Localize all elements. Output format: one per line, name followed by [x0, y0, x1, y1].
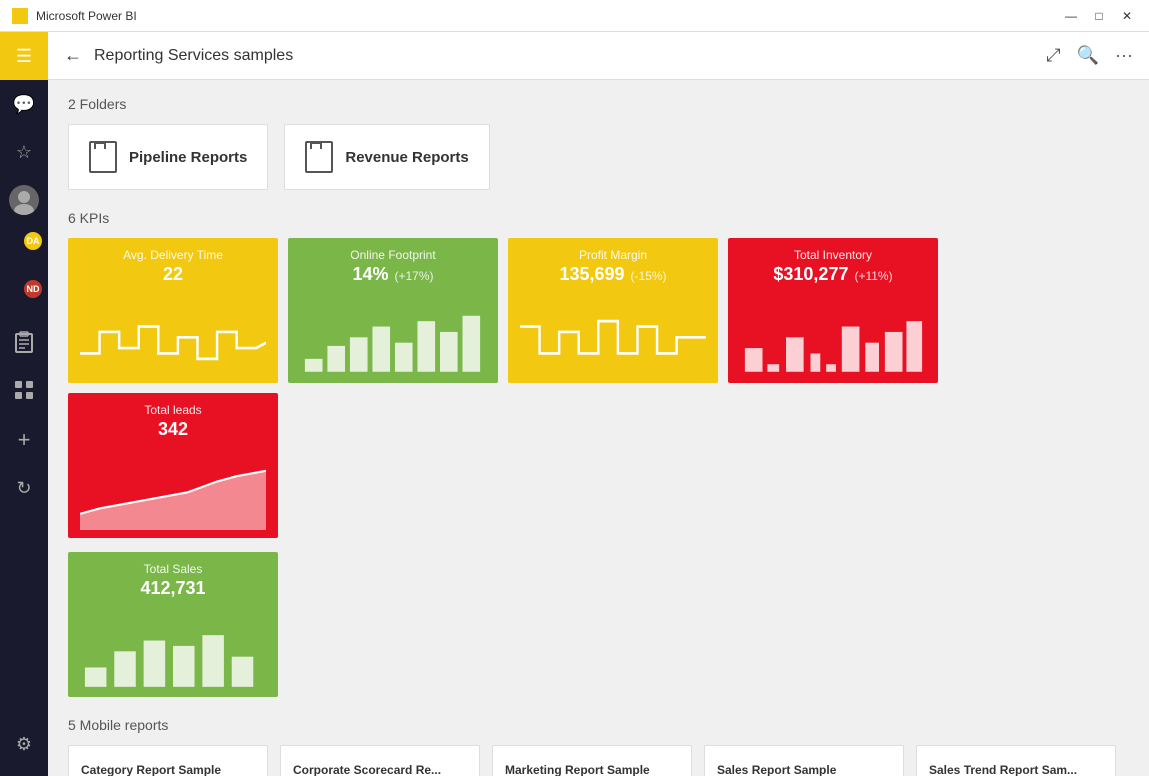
- kpi-main-value: 22: [163, 264, 183, 285]
- window-controls: — □ ✕: [1061, 6, 1137, 26]
- sidebar-item-profile[interactable]: [0, 176, 48, 224]
- close-button[interactable]: ✕: [1117, 6, 1137, 26]
- kpi-title: Total leads: [80, 403, 266, 417]
- sidebar-item-da[interactable]: DA: [0, 224, 48, 272]
- kpi-delta: (+17%): [395, 269, 434, 283]
- kpi-total-sales[interactable]: Total Sales 412,731: [68, 552, 278, 697]
- minimize-button[interactable]: —: [1061, 6, 1081, 26]
- back-button[interactable]: ←: [64, 45, 82, 66]
- clipboard-icon: [14, 331, 34, 358]
- sidebar-item-refresh[interactable]: ↻: [0, 464, 48, 512]
- kpi-profit-margin[interactable]: Profit Margin 135,699 (-15%): [508, 238, 718, 383]
- sidebar-item-favorites[interactable]: ☆: [0, 128, 48, 176]
- kpi-title: Total Sales: [80, 562, 266, 576]
- report-corporate[interactable]: Corporate Scorecard Re...: [280, 745, 480, 776]
- kpi-main-value: 14%: [352, 264, 388, 285]
- folder-revenue[interactable]: Revenue Reports: [284, 124, 489, 190]
- page-title: Reporting Services samples: [94, 47, 293, 65]
- kpi-main-value: $310,277: [773, 264, 848, 285]
- nd-badge: ND: [24, 280, 42, 298]
- title-bar: Microsoft Power BI — □ ✕: [0, 0, 1149, 32]
- sidebar-item-apps[interactable]: [0, 368, 48, 416]
- sidebar-item-chat[interactable]: 💬: [0, 80, 48, 128]
- kpi-title: Online Footprint: [300, 248, 486, 262]
- app-icon: [12, 8, 28, 24]
- report-title: Category Report Sample: [69, 746, 267, 776]
- report-title: Corporate Scorecard Re...: [281, 746, 479, 776]
- mobile-reports-grid: Category Report Sample 16.1%: [68, 745, 1129, 776]
- kpi-avg-delivery[interactable]: Avg. Delivery Time 22: [68, 238, 278, 383]
- hamburger-icon: ☰: [16, 46, 32, 67]
- kpi-total-inventory[interactable]: Total Inventory $310,277 (+11%): [728, 238, 938, 383]
- report-category[interactable]: Category Report Sample 16.1%: [68, 745, 268, 776]
- header-actions: ⤢ 🔍 ···: [1046, 45, 1133, 66]
- report-title: Marketing Report Sample: [493, 746, 691, 776]
- kpis-grid: Avg. Delivery Time 22 Online Footprint 1…: [68, 238, 1129, 538]
- app-title: Microsoft Power BI: [36, 9, 137, 23]
- report-title: Sales Report Sample: [705, 746, 903, 776]
- kpi-main-value: 135,699: [559, 264, 624, 285]
- report-sales[interactable]: Sales Report Sample $9,681,000 -$6,230,3…: [704, 745, 904, 776]
- kpi-delta: (+11%): [854, 269, 892, 283]
- report-sales-trend[interactable]: Sales Trend Report Sam... $42,154,932: [916, 745, 1116, 776]
- folder-revenue-label: Revenue Reports: [345, 149, 468, 166]
- folder-icon: [89, 141, 117, 173]
- kpi-main-value: 342: [158, 419, 188, 440]
- kpi-title: Total Inventory: [740, 248, 926, 262]
- kpi-main-value: 412,731: [140, 578, 205, 599]
- kpis-label: 6 KPIs: [68, 210, 1129, 226]
- kpis-grid-2: Total Sales 412,731: [68, 552, 1129, 697]
- settings-icon: ⚙: [16, 734, 32, 755]
- search-icon[interactable]: 🔍: [1077, 45, 1099, 66]
- folders-row: Pipeline Reports Revenue Reports: [68, 124, 1129, 190]
- content-area: ← Reporting Services samples ⤢ 🔍 ··· 2 F…: [48, 32, 1149, 776]
- expand-icon[interactable]: ⤢: [1046, 45, 1060, 66]
- add-icon: +: [18, 427, 31, 453]
- sidebar-item-settings[interactable]: ⚙: [0, 720, 48, 768]
- kpi-online-footprint[interactable]: Online Footprint 14% (+17%): [288, 238, 498, 383]
- da-badge: DA: [24, 232, 42, 250]
- star-icon: ☆: [16, 142, 32, 163]
- sidebar-item-nd[interactable]: ND: [0, 272, 48, 320]
- hamburger-button[interactable]: ☰: [0, 32, 48, 80]
- report-title: Sales Trend Report Sam...: [917, 746, 1115, 776]
- folder-pipeline[interactable]: Pipeline Reports: [68, 124, 268, 190]
- mobile-reports-label: 5 Mobile reports: [68, 717, 1129, 733]
- refresh-icon: ↻: [16, 478, 31, 499]
- sidebar-bottom: ⚙: [0, 720, 48, 776]
- sidebar-item-add[interactable]: +: [0, 416, 48, 464]
- folder-pipeline-label: Pipeline Reports: [129, 149, 247, 166]
- app-wrapper: ☰ 💬 ☆ DA ND +: [0, 32, 1149, 776]
- apps-icon: [14, 380, 34, 405]
- main-content: 2 Folders Pipeline Reports Revenue Repor…: [48, 80, 1149, 776]
- kpi-delta: (-15%): [631, 269, 667, 283]
- kpi-total-leads[interactable]: Total leads 342: [68, 393, 278, 538]
- report-marketing[interactable]: Marketing Report Sample 5,067: [492, 745, 692, 776]
- avatar: [9, 185, 39, 215]
- folders-label: 2 Folders: [68, 96, 1129, 112]
- sidebar-item-reports[interactable]: [0, 320, 48, 368]
- kpi-title: Avg. Delivery Time: [80, 248, 266, 262]
- more-icon[interactable]: ···: [1115, 45, 1133, 66]
- chat-icon: 💬: [13, 94, 35, 115]
- sidebar: ☰ 💬 ☆ DA ND +: [0, 32, 48, 776]
- folder-icon-2: [305, 141, 333, 173]
- header: ← Reporting Services samples ⤢ 🔍 ···: [48, 32, 1149, 80]
- kpi-title: Profit Margin: [520, 248, 706, 262]
- maximize-button[interactable]: □: [1089, 6, 1109, 26]
